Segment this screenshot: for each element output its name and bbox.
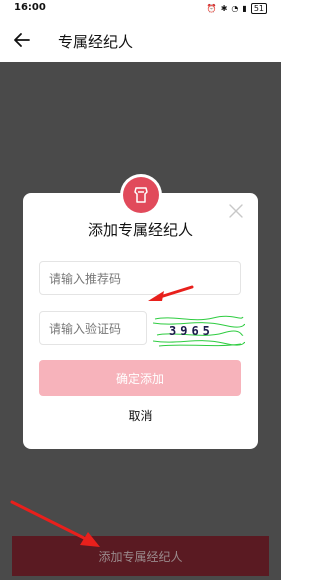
back-arrow-icon[interactable] [12, 30, 32, 50]
battery-icon: 51 [250, 3, 267, 14]
status-time: 16:00 [14, 2, 46, 13]
confirm-add-button[interactable]: 确定添加 [39, 360, 241, 396]
status-icons: ⏰ ✱ ◔ ▮ 51 [207, 3, 267, 14]
close-icon[interactable] [228, 203, 244, 219]
captcha-text: 3965 [169, 324, 214, 338]
wifi-icon: ◔ [231, 4, 239, 13]
badge-circle [123, 177, 159, 213]
header: 专属经纪人 [0, 18, 281, 62]
page-title: 专属经纪人 [58, 33, 134, 51]
bag-icon [134, 187, 148, 203]
add-agent-button[interactable]: 添加专属经纪人 [12, 536, 269, 576]
verification-code-input[interactable]: 请输入验证码 [39, 311, 147, 345]
alarm-icon: ⏰ [206, 4, 217, 13]
signal-icon: ▮ [242, 4, 247, 13]
referral-code-input[interactable]: 请输入推荐码 [39, 261, 241, 295]
dialog-title: 添加专属经纪人 [87, 221, 193, 239]
bluetooth-icon: ✱ [220, 4, 228, 13]
cancel-button[interactable]: 取消 [23, 407, 258, 424]
add-agent-dialog: 添加专属经纪人 请输入推荐码 请输入验证码 3965 确定添加 取消 [23, 193, 258, 449]
status-bar: 16:00 ⏰ ✱ ◔ ▮ 51 [0, 0, 281, 18]
dialog-badge [120, 174, 162, 216]
captcha-image[interactable]: 3965 [153, 313, 245, 349]
